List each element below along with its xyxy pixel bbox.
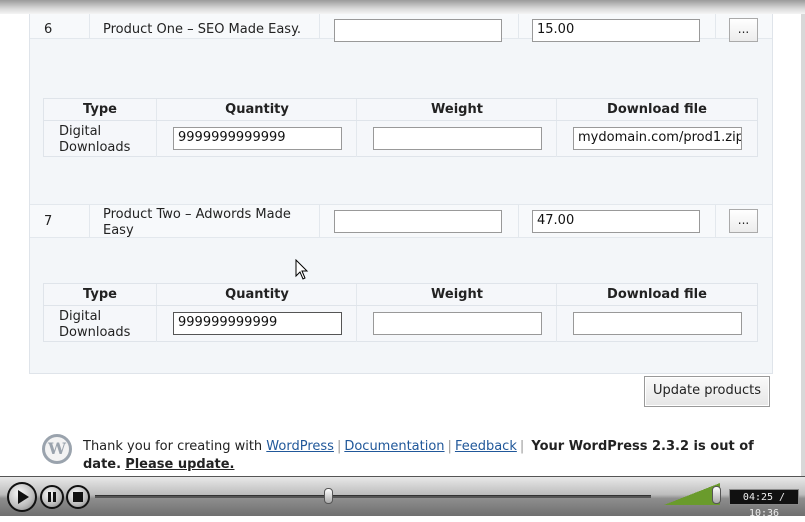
products-panel: 6 Product One – SEO Made Easy. 15.00 ...… (29, 14, 773, 374)
right-border (801, 14, 805, 476)
separator: | (519, 439, 525, 454)
documentation-link[interactable]: Documentation (344, 439, 444, 454)
mouse-cursor-icon (295, 259, 309, 280)
more-button[interactable]: ... (729, 18, 758, 42)
price-input[interactable]: 15.00 (532, 19, 700, 42)
volume-handle[interactable] (712, 486, 721, 504)
product-number: 6 (44, 22, 53, 37)
stop-icon (73, 492, 83, 502)
table-header: Type Quantity Weight Download file (44, 284, 757, 306)
please-update-link[interactable]: Please update. (125, 457, 234, 472)
time-display: 04:25 / 10:36 (729, 489, 799, 519)
header-weight: Weight (431, 102, 483, 117)
product-number: 7 (44, 214, 53, 229)
video-player-controls: 04:25 / 10:36 (0, 476, 805, 519)
product-field-input[interactable] (334, 210, 502, 233)
wordpress-link[interactable]: WordPress (266, 439, 334, 454)
separator: | (447, 439, 452, 454)
update-products-button[interactable]: Update products (644, 376, 770, 407)
stop-button[interactable] (66, 485, 90, 509)
price-input[interactable]: 47.00 (532, 210, 700, 233)
header-download-file: Download file (607, 287, 707, 302)
feedback-link[interactable]: Feedback (455, 439, 517, 454)
content-frame: 6 Product One – SEO Made Easy. 15.00 ...… (0, 14, 805, 476)
product-row: 6 Product One – SEO Made Easy. 15.00 ... (30, 14, 772, 42)
footer-prefix: Thank you for creating with (83, 439, 263, 454)
quantity-input[interactable]: 9999999999999 (173, 127, 342, 150)
download-options-table: Type Quantity Weight Download file Digit… (43, 98, 758, 157)
download-options-table: Type Quantity Weight Download file Digit… (43, 283, 758, 342)
play-button[interactable] (7, 482, 37, 512)
table-header: Type Quantity Weight Download file (44, 99, 757, 121)
separator: | (336, 439, 342, 454)
pause-icon (48, 492, 56, 502)
type-label: Digital Downloads (59, 124, 131, 155)
header-type: Type (83, 287, 117, 302)
footer-text: Thank you for creating with WordPress | Do… (83, 438, 783, 474)
window-top-bar (0, 0, 805, 14)
quantity-input[interactable]: 999999999999 (173, 312, 342, 335)
header-type: Type (83, 102, 117, 117)
header-weight: Weight (431, 287, 483, 302)
header-download-file: Download file (607, 102, 707, 117)
header-quantity: Quantity (225, 287, 289, 302)
header-quantity: Quantity (225, 102, 289, 117)
table-row: Digital Downloads 9999999999999 mydomain… (44, 121, 757, 157)
play-icon (18, 490, 29, 504)
seek-track[interactable] (95, 495, 651, 498)
table-row: Digital Downloads 999999999999 (44, 306, 757, 342)
product-row: 7 Product Two – Adwords Made Easy 47.00 … (30, 204, 772, 238)
seek-handle[interactable] (324, 488, 333, 504)
weight-input[interactable] (373, 127, 542, 150)
product-name: Product One – SEO Made Easy. (103, 22, 302, 37)
weight-input[interactable] (373, 312, 542, 335)
type-label: Digital Downloads (59, 309, 131, 340)
wordpress-logo-icon: W (42, 434, 72, 464)
product-name: Product Two – Adwords Made Easy (103, 207, 291, 238)
product-field-input[interactable] (334, 19, 502, 42)
pause-button[interactable] (40, 485, 64, 509)
more-button[interactable]: ... (729, 209, 758, 233)
download-file-input[interactable] (573, 312, 742, 335)
download-file-input[interactable]: mydomain.com/prod1.zip (573, 127, 742, 150)
